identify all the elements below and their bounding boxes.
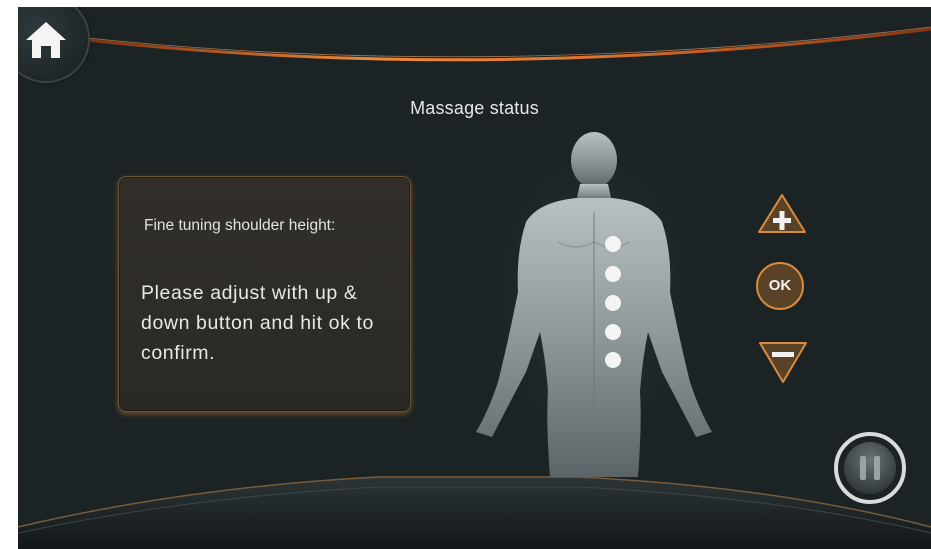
up-button[interactable] (756, 192, 808, 241)
info-instruction: Please adjust with up & down button and … (141, 282, 374, 364)
massage-point (605, 295, 621, 311)
massage-point (605, 352, 621, 368)
info-heading: Fine tuning shoulder height: (144, 217, 336, 234)
page-title: Massage status (410, 98, 539, 118)
body-silhouette (476, 132, 712, 477)
body-figure (476, 132, 712, 477)
home-icon (26, 22, 66, 58)
minus-icon (759, 342, 807, 383)
massage-point (605, 236, 621, 252)
massage-screen: Massage status Fine tuning shoulder heig… (18, 7, 931, 549)
down-button[interactable] (757, 340, 809, 391)
pause-icon (834, 432, 906, 504)
plus-icon (758, 194, 806, 233)
massage-point (605, 324, 621, 340)
ok-button[interactable]: OK (755, 261, 805, 311)
massage-point (605, 266, 621, 282)
info-panel: Fine tuning shoulder height: Please adju… (118, 176, 411, 412)
pause-button[interactable] (833, 431, 907, 505)
ok-label: OK (768, 277, 792, 294)
